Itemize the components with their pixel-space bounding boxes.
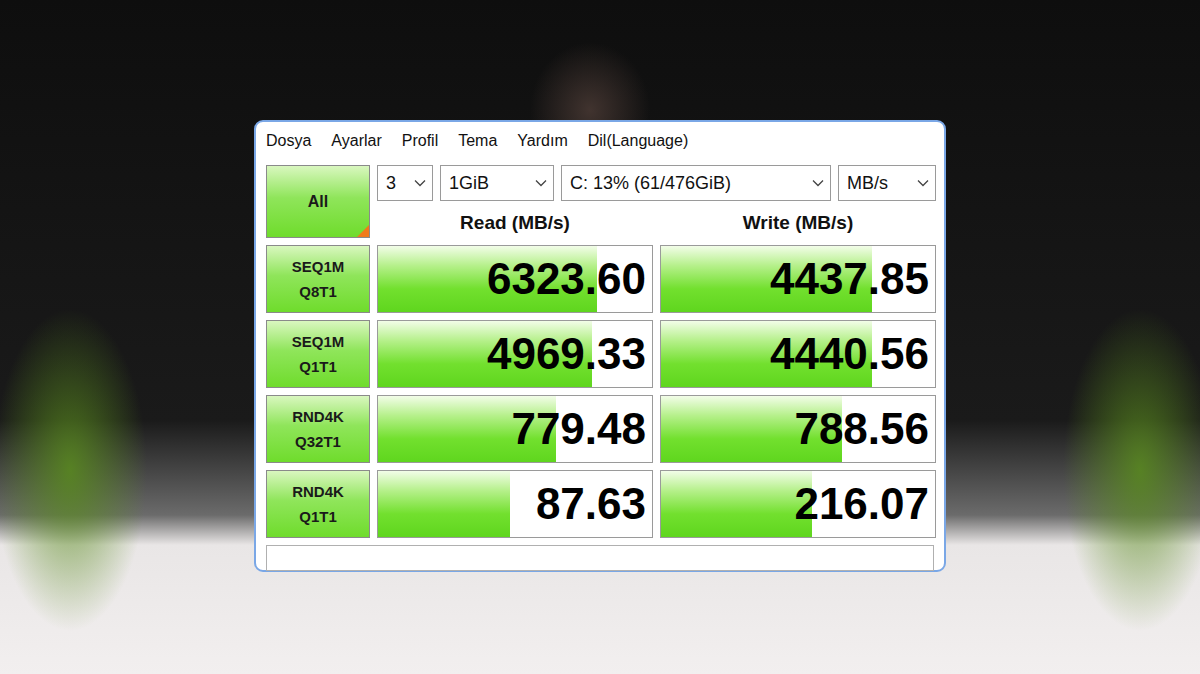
write-result: 788.56 [660, 395, 936, 463]
read-result: 87.63 [377, 470, 653, 538]
write-result: 4437.85 [660, 245, 936, 313]
chevron-down-icon [535, 179, 547, 187]
menu-item[interactable]: Profil [402, 132, 438, 150]
comment-field[interactable] [266, 545, 934, 571]
test-button[interactable]: SEQ1MQ1T1 [266, 320, 370, 388]
write-result: 216.07 [660, 470, 936, 538]
chevron-down-icon [414, 179, 426, 187]
menu-item[interactable]: Dosya [266, 132, 311, 150]
write-bar [661, 471, 812, 537]
read-result: 6323.60 [377, 245, 653, 313]
read-header: Read (MB/s) [377, 208, 653, 238]
all-button[interactable]: All [266, 165, 370, 238]
size-select[interactable]: 1GiB [440, 165, 554, 201]
test-button[interactable]: RND4KQ1T1 [266, 470, 370, 538]
test-button[interactable]: RND4KQ32T1 [266, 395, 370, 463]
menu-item[interactable]: Dil(Language) [588, 132, 689, 150]
menu-item[interactable]: Ayarlar [331, 132, 381, 150]
count-select[interactable]: 3 [377, 165, 433, 201]
chevron-down-icon [917, 179, 929, 187]
read-result: 4969.33 [377, 320, 653, 388]
corner-marker-icon [357, 225, 369, 237]
read-bar [378, 471, 510, 537]
menu-item[interactable]: Yardım [517, 132, 567, 150]
write-result: 4440.56 [660, 320, 936, 388]
benchmark-grid: All31GiBC: 13% (61/476GiB)MB/s Read (MB/s… [266, 165, 934, 538]
background-photo: Dosya Ayarlar Profil Tema Yardım Dil(Language… [0, 0, 1200, 674]
crystaldiskmark-window: Dosya Ayarlar Profil Tema Yardım Dil(Language… [254, 120, 946, 572]
chevron-down-icon [812, 179, 824, 187]
test-button[interactable]: SEQ1MQ8T1 [266, 245, 370, 313]
menu-bar: Dosya Ayarlar Profil Tema Yardım Dil(Language… [266, 122, 934, 160]
controls-row: 31GiBC: 13% (61/476GiB)MB/s [377, 165, 936, 201]
read-result: 779.48 [377, 395, 653, 463]
unit-select[interactable]: MB/s [838, 165, 936, 201]
menu-item[interactable]: Tema [458, 132, 497, 150]
drive-select[interactable]: C: 13% (61/476GiB) [561, 165, 831, 201]
write-header: Write (MB/s) [660, 208, 936, 238]
